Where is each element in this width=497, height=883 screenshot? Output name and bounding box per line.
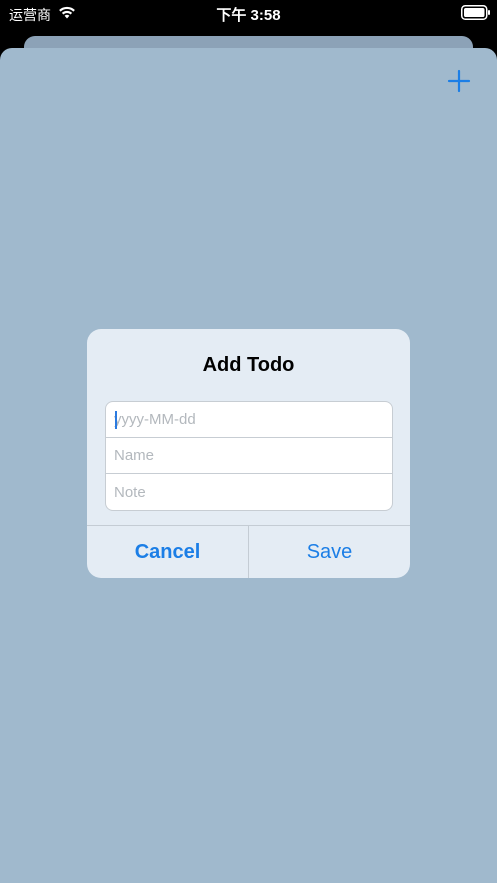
note-field[interactable]	[106, 474, 392, 510]
date-field[interactable]	[106, 402, 392, 437]
dialog-title: Add Todo	[202, 354, 295, 376]
status-time: 下午 3:58	[216, 7, 281, 24]
date-field-row	[106, 402, 392, 438]
text-cursor	[115, 411, 117, 429]
name-field-row	[106, 438, 392, 474]
add-button[interactable]	[447, 69, 471, 93]
note-field-row	[106, 474, 392, 510]
cancel-button[interactable]: Cancel	[87, 526, 248, 578]
battery-icon	[461, 5, 490, 20]
name-field[interactable]	[106, 438, 392, 473]
save-button[interactable]: Save	[249, 526, 410, 578]
status-bar: 运营商 下午 3:58	[0, 0, 497, 28]
input-group	[105, 401, 393, 511]
add-todo-dialog: Add Todo Cancel Save	[87, 329, 410, 578]
